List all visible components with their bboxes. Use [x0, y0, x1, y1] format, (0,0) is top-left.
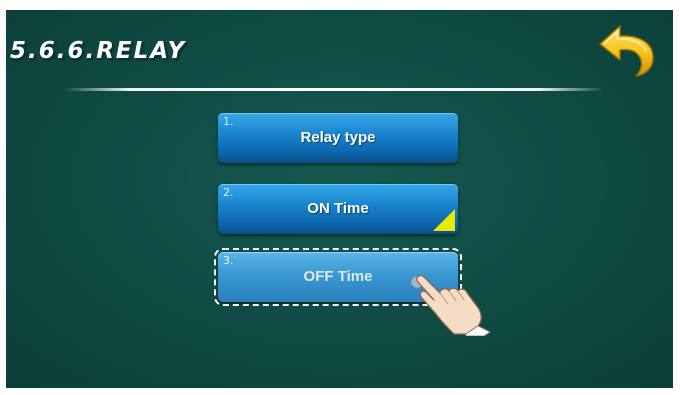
menu-item-number: 2. — [223, 186, 234, 199]
menu-item-label: ON Time — [307, 200, 369, 217]
menu-item-number: 1. — [223, 115, 234, 128]
page-title: 5.6.6.RELAY — [10, 38, 187, 64]
back-arrow-icon — [599, 25, 654, 77]
menu-item-relay-type[interactable]: 1. Relay type — [218, 113, 458, 163]
title-underline — [64, 88, 604, 91]
menu-item-number: 3. — [223, 254, 234, 267]
corner-marker-icon — [433, 209, 455, 231]
menu-item-on-time[interactable]: 2. ON Time — [218, 184, 458, 234]
back-button[interactable] — [596, 18, 658, 78]
hand-pointer-icon — [410, 274, 491, 336]
device-screen: 5.6.6.RELAY 1. Relay type 2. ON Time 3. … — [6, 10, 673, 388]
menu-item-label: Relay type — [300, 129, 376, 146]
